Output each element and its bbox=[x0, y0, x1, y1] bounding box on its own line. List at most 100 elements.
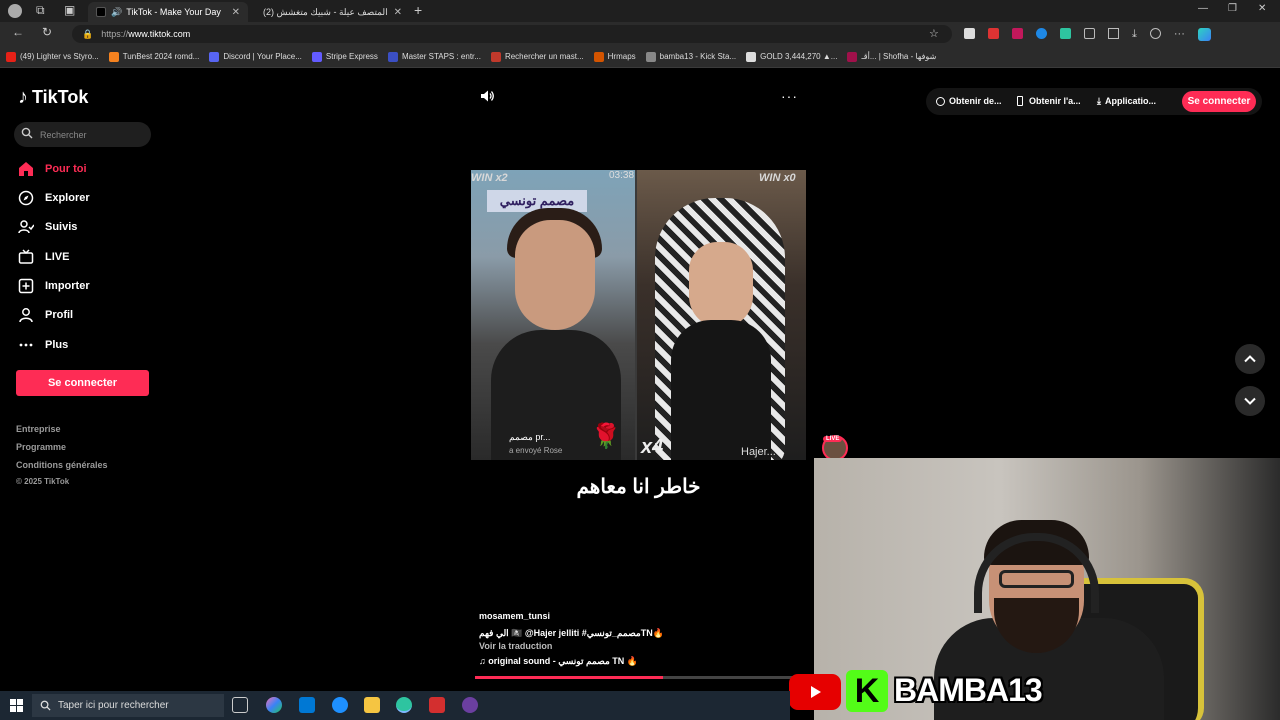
bookmark-favicon-icon bbox=[108, 51, 119, 62]
next-video-button[interactable] bbox=[1235, 386, 1265, 416]
bookmark-favicon-icon bbox=[645, 51, 656, 62]
nav-label: Plus bbox=[45, 339, 69, 351]
maximize-icon[interactable]: ❐ bbox=[1228, 3, 1237, 14]
copilot-icon[interactable] bbox=[1197, 28, 1211, 41]
task-view-icon[interactable] bbox=[232, 697, 248, 713]
bookmark-favicon-icon bbox=[847, 51, 858, 62]
nav-live[interactable]: LIVE bbox=[18, 247, 69, 267]
get-app-button[interactable]: Obtenir l'a... bbox=[1017, 90, 1081, 112]
nav-label: Suivis bbox=[45, 221, 78, 233]
video-author[interactable]: mosamem_tunsi bbox=[479, 611, 550, 621]
nav-label: LIVE bbox=[45, 251, 70, 263]
tab-tiktok[interactable]: 🔊 TikTok - Make Your Day ✕ bbox=[88, 2, 248, 22]
previous-video-button[interactable] bbox=[1235, 344, 1265, 374]
back-icon[interactable]: ← bbox=[12, 25, 24, 39]
bookmark-item[interactable]: GOLD 3,444,270 ▲... bbox=[746, 51, 837, 62]
copyright: © 2025 TikTok bbox=[16, 477, 70, 486]
menu-dots-icon[interactable]: ··· bbox=[1174, 28, 1185, 41]
nav-plus[interactable]: Plus bbox=[18, 335, 68, 355]
extension-icon[interactable] bbox=[1036, 28, 1047, 39]
address-input[interactable]: 🔒 https://www.tiktok.com bbox=[72, 25, 952, 43]
bookmark-item[interactable]: Stripe Express bbox=[311, 51, 378, 62]
logo-text: TikTok bbox=[32, 87, 89, 107]
bookmark-item[interactable]: Rechercher un mast... bbox=[490, 51, 584, 62]
bookmark-label: Master STAPS : entr... bbox=[401, 52, 481, 61]
footer-link-programme[interactable]: Programme bbox=[16, 442, 66, 452]
top-action-label: Obtenir l'a... bbox=[1029, 96, 1081, 106]
extensions-puzzle-icon[interactable] bbox=[1084, 28, 1095, 39]
bookmark-favicon-icon bbox=[746, 51, 757, 62]
nav-importer[interactable]: Importer bbox=[18, 276, 90, 296]
login-button[interactable]: Se connecter bbox=[16, 370, 149, 396]
split-screen-icon[interactable] bbox=[1108, 28, 1119, 39]
extension-icon[interactable] bbox=[988, 28, 999, 39]
new-tab-icon[interactable]: + bbox=[414, 2, 422, 18]
video-progress-bar[interactable] bbox=[475, 676, 810, 679]
nav-suivis[interactable]: Suivis bbox=[18, 217, 77, 237]
phone-icon bbox=[1017, 96, 1023, 106]
video-person-face bbox=[515, 220, 595, 330]
file-explorer-icon[interactable] bbox=[364, 697, 380, 713]
bookmark-label: Rechercher un mast... bbox=[504, 52, 584, 61]
minimize-icon[interactable]: — bbox=[1198, 3, 1208, 14]
footer-link-entreprise[interactable]: Entreprise bbox=[16, 424, 61, 434]
bookmark-label: Hrmaps bbox=[607, 52, 636, 61]
store-icon[interactable] bbox=[299, 697, 315, 713]
desktop-app-button[interactable]: ⤓ Applicatio... bbox=[1097, 90, 1156, 112]
edge-taskbar-icon[interactable] bbox=[332, 697, 348, 713]
close-tab-icon[interactable]: ✕ bbox=[226, 7, 240, 18]
favorite-star-icon[interactable]: ☆ bbox=[929, 27, 939, 40]
video-sound[interactable]: ♫ original sound - مصمم تونسي TN 🔥 bbox=[479, 656, 638, 667]
chevron-up-icon bbox=[1244, 355, 1256, 363]
top-login-button[interactable]: Se connecter bbox=[1182, 91, 1256, 112]
bookmark-item[interactable]: أقـ... | Shofha - شوفها bbox=[847, 51, 937, 62]
bookmark-label: أقـ... | Shofha - شوفها bbox=[861, 52, 937, 61]
footer-link-conditions[interactable]: Conditions générales bbox=[16, 460, 108, 470]
performance-icon[interactable] bbox=[1149, 28, 1161, 39]
nav-profil[interactable]: Profil bbox=[18, 305, 73, 325]
bookmark-favicon-icon bbox=[490, 51, 501, 62]
video-more-icon[interactable]: ··· bbox=[781, 88, 798, 104]
copilot-taskbar-icon[interactable] bbox=[266, 697, 282, 713]
home-icon bbox=[19, 162, 33, 176]
refresh-icon[interactable]: ↻ bbox=[42, 25, 52, 39]
extension-icon[interactable] bbox=[1012, 28, 1023, 39]
extension-icon[interactable] bbox=[964, 28, 975, 39]
search-input[interactable]: Rechercher bbox=[14, 122, 151, 147]
lock-icon: 🔒 bbox=[82, 28, 94, 39]
youtube-logo-icon bbox=[789, 674, 841, 710]
nav-pour-toi[interactable]: Pour toi bbox=[18, 159, 87, 179]
bookmark-item[interactable]: (49) Lighter vs Styro... bbox=[6, 51, 99, 62]
close-tab-icon[interactable]: ✕ bbox=[388, 7, 402, 18]
discord-taskbar-icon[interactable] bbox=[462, 697, 478, 713]
tab-youtube[interactable]: (2) المتصف عيلة - شبيك متغشش ✕ bbox=[250, 2, 406, 22]
bookmark-item[interactable]: TunBest 2024 romd... bbox=[108, 51, 199, 62]
tiktok-logo[interactable]: ♪ TikTok bbox=[18, 86, 88, 109]
extension-icon[interactable] bbox=[1060, 28, 1071, 39]
bookmark-item[interactable]: Hrmaps bbox=[593, 51, 636, 62]
bookmark-label: bamba13 - Kick Sta... bbox=[659, 52, 737, 61]
get-coins-button[interactable]: Obtenir de... bbox=[936, 90, 1002, 112]
translate-link[interactable]: Voir la traduction bbox=[479, 641, 552, 651]
nav-explorer[interactable]: Explorer bbox=[18, 188, 90, 208]
edge-active-icon[interactable] bbox=[396, 697, 412, 713]
music-note-icon: ♫ bbox=[479, 656, 489, 666]
volume-icon[interactable] bbox=[479, 88, 495, 104]
downloads-icon[interactable]: ⤓ bbox=[1132, 28, 1137, 41]
video-gift-text: a envoyé Rose bbox=[509, 446, 563, 455]
bookmark-item[interactable]: bamba13 - Kick Sta... bbox=[645, 51, 737, 62]
video-player[interactable]: مصمم تونسي 🌹 مصمم pr... a envoyé Rose WI… bbox=[471, 170, 806, 460]
taskbar-search-input[interactable]: Taper ici pour rechercher bbox=[32, 694, 224, 717]
bookmark-item[interactable]: Master STAPS : entr... bbox=[387, 51, 481, 62]
app-icon[interactable] bbox=[429, 697, 445, 713]
workspaces-icon[interactable]: ⧉ bbox=[36, 3, 45, 18]
speaker-icon[interactable]: 🔊 bbox=[111, 7, 122, 18]
bookmark-item[interactable]: Discord | Your Place... bbox=[209, 51, 302, 62]
extensions-toolbar: ⤓ ··· bbox=[964, 28, 1211, 41]
profile-avatar[interactable] bbox=[8, 4, 22, 18]
windows-start-icon[interactable] bbox=[10, 699, 23, 712]
top-action-label: Obtenir de... bbox=[949, 96, 1002, 106]
close-window-icon[interactable]: ✕ bbox=[1258, 3, 1266, 14]
tab-actions-icon[interactable]: ▣ bbox=[64, 3, 75, 17]
video-right-panel bbox=[637, 170, 806, 460]
